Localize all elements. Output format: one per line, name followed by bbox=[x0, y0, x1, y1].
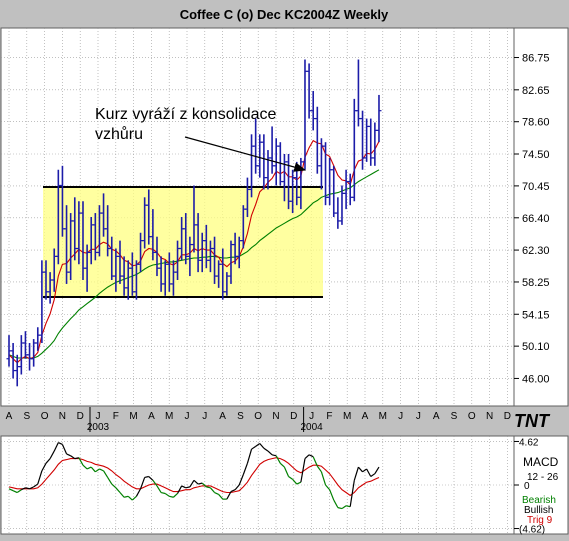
month-label: O bbox=[254, 411, 262, 422]
month-label: O bbox=[468, 411, 476, 422]
tnt-logo: TNT bbox=[514, 411, 551, 431]
macd-params: 12 - 26 bbox=[527, 472, 559, 483]
consolidation-box bbox=[43, 187, 323, 297]
price-tick-label: 74.50 bbox=[522, 149, 550, 161]
month-label: J bbox=[416, 411, 421, 422]
macd-tick-label: (4.62) bbox=[519, 525, 545, 536]
month-label: A bbox=[362, 411, 369, 422]
annotation-line-2: vzhůru bbox=[95, 125, 143, 143]
month-label: F bbox=[113, 411, 119, 422]
price-tick-label: 58.25 bbox=[522, 277, 550, 289]
price-tick-label: 54.15 bbox=[522, 309, 550, 321]
month-label: A bbox=[219, 411, 226, 422]
month-label: J bbox=[96, 411, 101, 422]
month-label: F bbox=[326, 411, 332, 422]
month-label: J bbox=[185, 411, 190, 422]
price-tick-label: 82.65 bbox=[522, 85, 550, 97]
chart-canvas: Coffee C (o) Dec KC2004Z Weekly Kurz vyr… bbox=[0, 0, 569, 536]
chart-window: Coffee C (o) Dec KC2004Z Weekly Kurz vyr… bbox=[0, 0, 569, 536]
legend-trig: Trig 9 bbox=[527, 515, 553, 526]
price-tick-label: 46.00 bbox=[522, 373, 550, 385]
macd-tick-label: 4.62 bbox=[519, 437, 539, 448]
macd-label: MACD bbox=[523, 455, 559, 469]
price-tick-label: 50.10 bbox=[522, 341, 550, 353]
month-label: N bbox=[486, 411, 493, 422]
month-label: N bbox=[59, 411, 66, 422]
price-tick-label: 62.30 bbox=[522, 245, 550, 257]
month-label: J bbox=[309, 411, 314, 422]
month-label: N bbox=[272, 411, 279, 422]
month-label: M bbox=[129, 411, 137, 422]
price-tick-label: 66.40 bbox=[522, 213, 550, 225]
month-label: A bbox=[6, 411, 13, 422]
month-label: S bbox=[451, 411, 458, 422]
month-label: A bbox=[433, 411, 440, 422]
month-label: J bbox=[202, 411, 207, 422]
month-label: S bbox=[237, 411, 244, 422]
month-label: D bbox=[504, 411, 511, 422]
month-label: A bbox=[148, 411, 155, 422]
macd-panel bbox=[0, 435, 515, 535]
price-tick-label: 70.45 bbox=[522, 181, 550, 193]
year-label: 2004 bbox=[300, 422, 323, 433]
month-label: O bbox=[41, 411, 49, 422]
month-label: D bbox=[290, 411, 297, 422]
month-label: M bbox=[343, 411, 351, 422]
price-tick-label: 86.75 bbox=[522, 53, 550, 65]
annotation-line-1: Kurz vyráží z konsolidace bbox=[95, 106, 277, 123]
month-label: J bbox=[398, 411, 403, 422]
month-label: S bbox=[23, 411, 30, 422]
year-label: 2003 bbox=[87, 422, 110, 433]
price-tick-label: 78.60 bbox=[522, 117, 550, 129]
month-label: D bbox=[77, 411, 84, 422]
month-label: M bbox=[379, 411, 387, 422]
chart-title: Coffee C (o) Dec KC2004Z Weekly bbox=[180, 7, 389, 22]
month-label: M bbox=[165, 411, 173, 422]
